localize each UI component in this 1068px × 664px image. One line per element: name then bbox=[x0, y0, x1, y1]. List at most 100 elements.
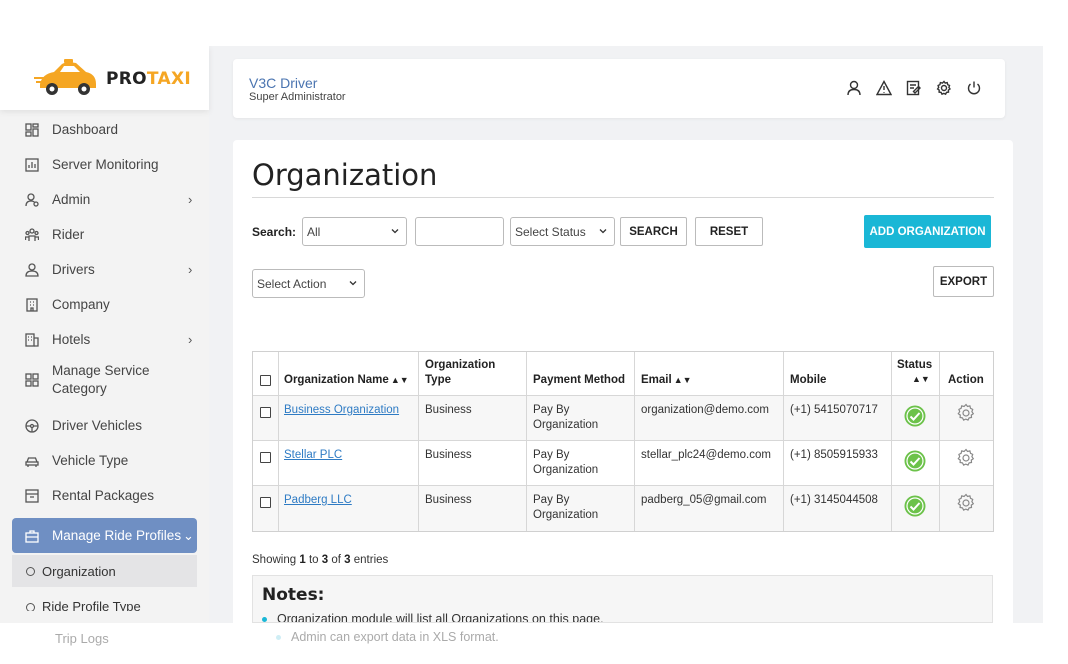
check-circle-icon[interactable] bbox=[904, 495, 926, 517]
showing-from: 1 bbox=[299, 554, 306, 566]
header-subtitle: Super Administrator bbox=[249, 91, 346, 103]
sidebar-item-company[interactable]: Company bbox=[0, 287, 209, 322]
sidebar-item-rental-packages[interactable]: Rental Packages bbox=[0, 478, 209, 513]
search-field-select-value: All bbox=[307, 224, 321, 239]
logo[interactable]: PROTAXI bbox=[0, 46, 209, 110]
sidebar-subitem-ride-profile-type[interactable]: Ride Profile Type bbox=[12, 589, 197, 611]
warning-icon[interactable] bbox=[875, 79, 893, 97]
header-email[interactable]: Email ▲▼ bbox=[635, 352, 784, 395]
mobile-cell: (+1) 3145044508 bbox=[784, 486, 892, 531]
notes-title: Notes: bbox=[262, 585, 325, 605]
sidebar-item-admin[interactable]: Admin › bbox=[0, 182, 209, 217]
sidebar-item-faded: Trip Logs bbox=[55, 631, 109, 646]
header-mobile: Mobile bbox=[784, 352, 892, 395]
note-text: Organization module will list all Organi… bbox=[277, 612, 604, 623]
sidebar-item-rider[interactable]: Rider bbox=[0, 217, 209, 252]
add-organization-button[interactable]: ADD ORGANIZATION bbox=[864, 215, 991, 248]
brand-taxi: TAXI bbox=[146, 69, 191, 89]
email-cell: padberg_05@gmail.com bbox=[635, 486, 784, 531]
search-button[interactable]: SEARCH bbox=[620, 217, 687, 246]
sidebar-item-label: Company bbox=[52, 297, 110, 312]
action-cell bbox=[940, 396, 993, 440]
payment-cell: Pay By Organization bbox=[527, 396, 635, 440]
status-cell bbox=[892, 441, 940, 485]
user-icon[interactable] bbox=[845, 79, 863, 97]
payment-cell: Pay By Organization bbox=[527, 441, 635, 485]
organization-name-cell: Padberg LLC bbox=[279, 486, 419, 531]
sidebar-subitem-organization[interactable]: Organization bbox=[12, 555, 197, 587]
gear-icon[interactable] bbox=[935, 79, 953, 97]
organization-name-link[interactable]: Stellar PLC bbox=[284, 449, 342, 461]
check-circle-icon[interactable] bbox=[904, 450, 926, 472]
sidebar-item-manage-service-category[interactable]: Manage Service Category bbox=[0, 357, 209, 403]
sidebar-item-server-monitoring[interactable]: Server Monitoring bbox=[0, 147, 209, 182]
chevron-right-icon: › bbox=[188, 262, 193, 277]
header-payment-label: Payment Method bbox=[533, 374, 626, 386]
row-checkbox[interactable] bbox=[260, 452, 271, 463]
table-row: Business Organization Business Pay By Or… bbox=[253, 396, 993, 440]
sidebar-item-label: Manage Service Category bbox=[52, 363, 150, 396]
row-checkbox[interactable] bbox=[260, 497, 271, 508]
reset-button[interactable]: RESET bbox=[695, 217, 763, 246]
sidebar-item-hotels[interactable]: Hotels › bbox=[0, 322, 209, 357]
sort-icon: ▲▼ bbox=[390, 375, 409, 385]
note-text: Admin can export data in XLS format. bbox=[291, 630, 499, 644]
gear-icon[interactable] bbox=[956, 448, 976, 468]
steering-icon bbox=[24, 418, 40, 434]
organization-table: Organization Name ▲▼ Organization Type Pa… bbox=[252, 351, 994, 532]
bullet-icon bbox=[262, 617, 267, 622]
type-cell: Business bbox=[419, 486, 527, 531]
note-item: Organization module will list all Organi… bbox=[262, 612, 604, 623]
header-toolbar bbox=[845, 79, 983, 97]
row-select-cell bbox=[253, 486, 279, 531]
grid-icon bbox=[24, 372, 40, 388]
organization-name-cell: Business Organization bbox=[279, 396, 419, 440]
sidebar-item-label: Rental Packages bbox=[52, 488, 155, 503]
payment-line2: Organization bbox=[533, 419, 599, 431]
header-organization-name[interactable]: Organization Name ▲▼ bbox=[279, 352, 419, 395]
sidebar-item-label: Vehicle Type bbox=[52, 453, 129, 468]
bulk-action-select[interactable]: Select Action bbox=[252, 269, 365, 298]
sidebar-item-dashboard[interactable]: Dashboard bbox=[0, 112, 209, 147]
header-status[interactable]: Status ▲▼ bbox=[892, 352, 940, 395]
export-button[interactable]: EXPORT bbox=[933, 266, 994, 297]
email-value: padberg_05@gmail.com bbox=[641, 494, 767, 506]
car-icon bbox=[24, 453, 40, 469]
payment-cell: Pay By Organization bbox=[527, 486, 635, 531]
chart-icon bbox=[24, 157, 40, 173]
select-all-checkbox[interactable] bbox=[260, 375, 271, 386]
gear-icon[interactable] bbox=[956, 403, 976, 423]
payment-line1: Pay By bbox=[533, 494, 570, 506]
payment-line2: Organization bbox=[533, 464, 599, 476]
admin-icon bbox=[24, 192, 40, 208]
type-cell: Business bbox=[419, 441, 527, 485]
header-action: Action bbox=[940, 352, 993, 395]
pagination-info: Showing 1 to 3 of 3 entries bbox=[252, 554, 388, 566]
row-checkbox[interactable] bbox=[260, 407, 271, 418]
brand-pro: PRO bbox=[106, 69, 147, 89]
header-status-label: Status bbox=[897, 359, 933, 371]
organization-name-link[interactable]: Business Organization bbox=[284, 404, 399, 416]
table-row: Stellar PLC Business Pay By Organization… bbox=[253, 441, 993, 485]
showing-to-word: to bbox=[308, 554, 319, 566]
header-payment-method: Payment Method bbox=[527, 352, 635, 395]
package-icon bbox=[24, 488, 40, 504]
search-input[interactable] bbox=[415, 217, 504, 246]
sidebar-item-driver-vehicles[interactable]: Driver Vehicles bbox=[0, 408, 209, 443]
search-field-select[interactable]: All bbox=[302, 217, 407, 246]
organization-name-link[interactable]: Padberg LLC bbox=[284, 494, 352, 506]
gear-icon[interactable] bbox=[956, 493, 976, 513]
edit-note-icon[interactable] bbox=[905, 79, 923, 97]
sidebar-subitem-label: Ride Profile Type bbox=[42, 599, 141, 611]
check-circle-icon[interactable] bbox=[904, 405, 926, 427]
notes-panel: Notes: Organization module will list all… bbox=[252, 575, 993, 623]
main-card: Organization Search: All Select Status S… bbox=[233, 140, 1013, 623]
power-icon[interactable] bbox=[965, 79, 983, 97]
sidebar-item-vehicle-type[interactable]: Vehicle Type bbox=[0, 443, 209, 478]
sidebar-item-manage-ride-profiles[interactable]: Manage Ride Profiles ⌄ bbox=[12, 518, 197, 553]
header-type-line1: Organization bbox=[425, 359, 496, 371]
status-select[interactable]: Select Status bbox=[510, 217, 615, 246]
driver-icon bbox=[24, 262, 40, 278]
sidebar-item-drivers[interactable]: Drivers › bbox=[0, 252, 209, 287]
header-email-label: Email bbox=[641, 374, 672, 386]
